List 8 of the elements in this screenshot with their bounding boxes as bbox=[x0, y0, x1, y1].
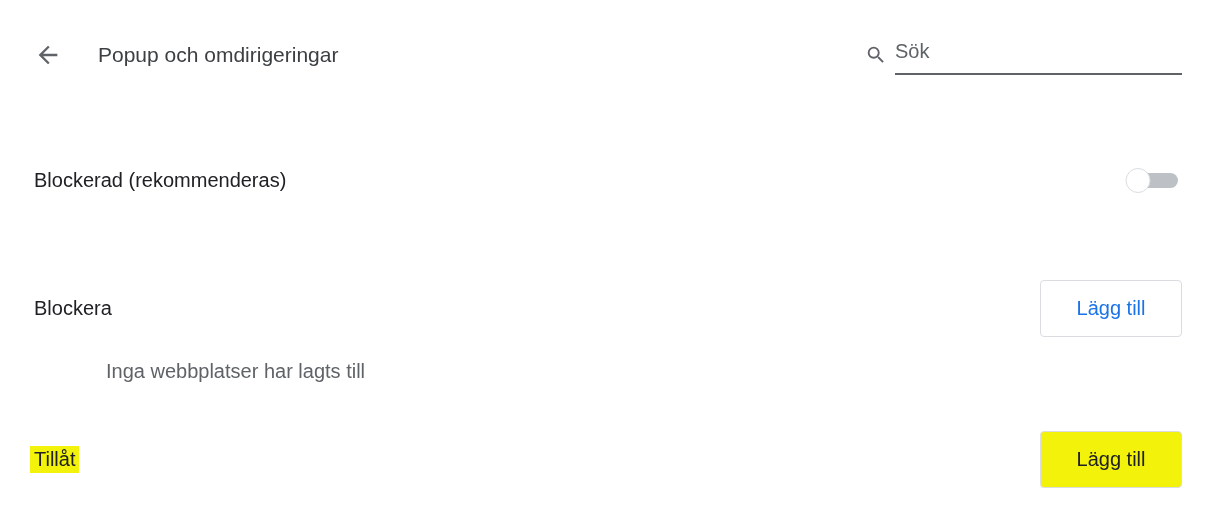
page-title: Popup och omdirigeringar bbox=[98, 43, 340, 67]
add-button[interactable]: Lägg till bbox=[1040, 279, 1182, 337]
section-label: Tillåt bbox=[30, 445, 80, 473]
search-icon bbox=[865, 44, 887, 66]
setting-label: Blockerad (rekommenderas) bbox=[33, 167, 288, 193]
empty-message: Inga webbplatser har lagts till bbox=[106, 359, 366, 383]
section-label: Blockera bbox=[33, 295, 113, 321]
add-button[interactable]: Lägg till bbox=[1040, 430, 1182, 488]
